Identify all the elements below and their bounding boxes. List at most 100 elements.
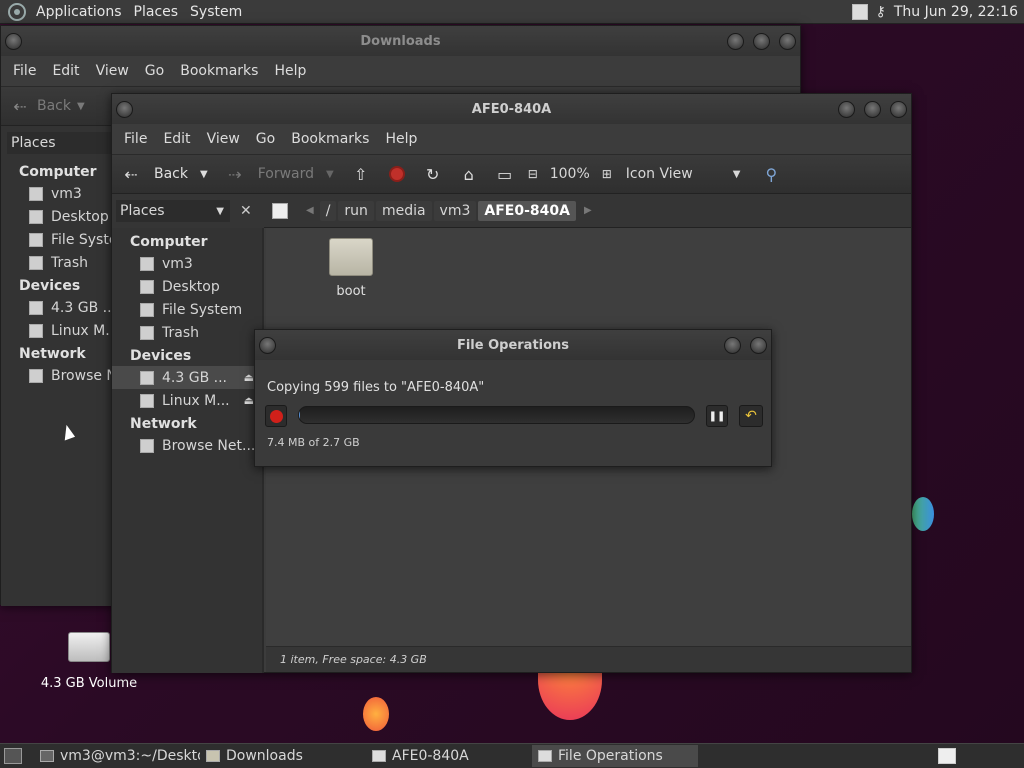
mint-logo-icon[interactable] (8, 2, 26, 21)
task-label: vm3@vm3:~/Desktop (60, 748, 200, 764)
close-button[interactable] (750, 337, 767, 354)
show-desktop-icon[interactable] (4, 748, 22, 764)
zoom-out-icon[interactable]: ⊟ (522, 163, 544, 185)
close-button[interactable] (779, 33, 796, 50)
minimize-button[interactable] (724, 337, 741, 354)
task-file-operations[interactable]: File Operations (532, 745, 698, 767)
back-history-dropdown[interactable]: ▼ (200, 169, 208, 180)
sidebar-item-filesystem[interactable]: File System (1, 228, 113, 251)
reload-icon[interactable]: ↻ (422, 163, 444, 185)
back-label: Back (37, 98, 71, 114)
window-title: AFE0-840A (471, 101, 552, 117)
search-icon[interactable]: ⚲ (760, 163, 782, 185)
stop-icon[interactable] (386, 163, 408, 185)
desktop-icon (140, 279, 154, 294)
sidebar-item-trash[interactable]: Trash (1, 251, 113, 274)
workspace-switcher-icon[interactable] (938, 748, 956, 764)
task-label: Downloads (226, 748, 303, 764)
minimize-button[interactable] (727, 33, 744, 50)
sidebar-item-vm3[interactable]: vm3 (1, 182, 113, 205)
sidebar-item-browse-network[interactable]: Browse Net... (112, 434, 262, 457)
sidebar-item-desktop[interactable]: Desktop (112, 275, 262, 298)
crumb-root[interactable]: / (319, 200, 337, 221)
menu-go[interactable]: Go (248, 131, 283, 147)
pause-icon[interactable]: ❚❚ (706, 405, 728, 427)
progress-detail: 7.4 MB of 2.7 GB (267, 436, 360, 449)
crumb-run[interactable]: run (338, 200, 374, 221)
menu-file[interactable]: File (116, 131, 155, 147)
menu-file[interactable]: File (5, 63, 44, 79)
menu-view[interactable]: View (199, 131, 248, 147)
forward-arrow-icon: ⇢ (228, 164, 242, 184)
trash-icon (140, 325, 154, 340)
key-icon[interactable]: ⚷ (876, 4, 886, 20)
menu-view[interactable]: View (88, 63, 137, 79)
sidebar-item-label: Trash (162, 324, 199, 341)
window-menu-button[interactable] (259, 337, 276, 354)
sidebar-item-filesystem[interactable]: File System (112, 298, 262, 321)
menu-go[interactable]: Go (137, 63, 172, 79)
forward-history-dropdown[interactable]: ▼ (326, 169, 334, 180)
crumb-current[interactable]: AFE0-840A (478, 200, 576, 221)
computer-icon[interactable]: ▭ (494, 163, 516, 185)
sidebar-header-network: Network (130, 416, 197, 432)
sidebar-item-volume[interactable]: 4.3 GB ... (1, 296, 113, 319)
menu-edit[interactable]: Edit (44, 63, 87, 79)
disc-icon (29, 323, 43, 338)
sidebar-item-trash[interactable]: Trash (112, 321, 262, 344)
sidebar-item-vm3[interactable]: vm3 (112, 252, 262, 275)
afe0-titlebar[interactable]: AFE0-840A (112, 94, 911, 124)
desktop-icon-label: 4.3 GB Volume (40, 676, 138, 691)
window-menu-button[interactable] (116, 101, 133, 118)
home-icon[interactable]: ⌂ (458, 163, 480, 185)
forward-button[interactable]: ⇢ Forward (224, 163, 320, 185)
zoom-in-icon[interactable]: ⊞ (596, 163, 618, 185)
maximize-button[interactable] (864, 101, 881, 118)
path-back-icon[interactable]: ◀ (306, 205, 314, 216)
cancel-undo-icon[interactable]: ↶ (739, 405, 763, 427)
file-item[interactable]: boot (316, 238, 386, 299)
menu-applications[interactable]: Applications (30, 4, 128, 20)
eject-icon[interactable]: ⏏ (244, 394, 254, 407)
task-downloads[interactable]: Downloads (200, 745, 366, 767)
view-mode-select[interactable]: Icon View ▼ (626, 166, 741, 182)
crumb-vm3[interactable]: vm3 (433, 200, 477, 221)
eject-icon[interactable]: ⏏ (244, 371, 254, 384)
menu-places[interactable]: Places (128, 4, 185, 20)
afe0-toolbar: ⇠ Back ▼ ⇢ Forward ▼ ⇧ ↻ ⌂ ▭ ⊟ 100% ⊞ Icon… (112, 154, 911, 194)
sidebar-item-label: File System (51, 231, 113, 248)
clock[interactable]: Thu Jun 29, 22:16 (894, 4, 1018, 20)
back-button[interactable]: ⇠ Back ▼ (9, 95, 84, 117)
sidebar-item-linux[interactable]: Linux M... (1, 319, 113, 342)
places-selector[interactable]: Places (7, 132, 113, 154)
sidebar-item-browse-network[interactable]: Browse Ne (1, 364, 113, 387)
menu-bookmarks[interactable]: Bookmarks (283, 131, 377, 147)
edit-location-icon[interactable] (272, 202, 288, 219)
maximize-button[interactable] (753, 33, 770, 50)
stop-icon[interactable] (265, 405, 287, 427)
task-terminal[interactable]: vm3@vm3:~/Desktop (34, 745, 200, 767)
dialog-titlebar[interactable]: File Operations (255, 330, 771, 360)
menu-bookmarks[interactable]: Bookmarks (172, 63, 266, 79)
sidebar-item-linux[interactable]: Linux M... ⏏ (112, 389, 262, 412)
sidebar-item-volume[interactable]: 4.3 GB ... ⏏ (112, 366, 262, 389)
menu-system[interactable]: System (184, 4, 248, 20)
crumb-media[interactable]: media (375, 200, 432, 221)
terminal-icon (40, 750, 54, 762)
menu-help[interactable]: Help (266, 63, 314, 79)
menu-help[interactable]: Help (377, 131, 425, 147)
close-sidebar-icon[interactable]: ✕ (240, 203, 252, 219)
downloads-titlebar[interactable]: Downloads (1, 26, 800, 56)
up-arrow-icon[interactable]: ⇧ (350, 163, 372, 185)
path-forward-icon[interactable]: ▶ (584, 205, 592, 216)
minimize-button[interactable] (838, 101, 855, 118)
close-button[interactable] (890, 101, 907, 118)
back-button[interactable]: ⇠ Back (120, 163, 194, 185)
progress-bar (298, 406, 695, 424)
sidebar-item-desktop[interactable]: Desktop (1, 205, 113, 228)
places-selector[interactable]: Places ▼ (116, 200, 230, 222)
task-afe0[interactable]: AFE0-840A (366, 745, 532, 767)
window-menu-button[interactable] (5, 33, 22, 50)
notes-icon[interactable] (851, 3, 868, 20)
menu-edit[interactable]: Edit (155, 131, 198, 147)
